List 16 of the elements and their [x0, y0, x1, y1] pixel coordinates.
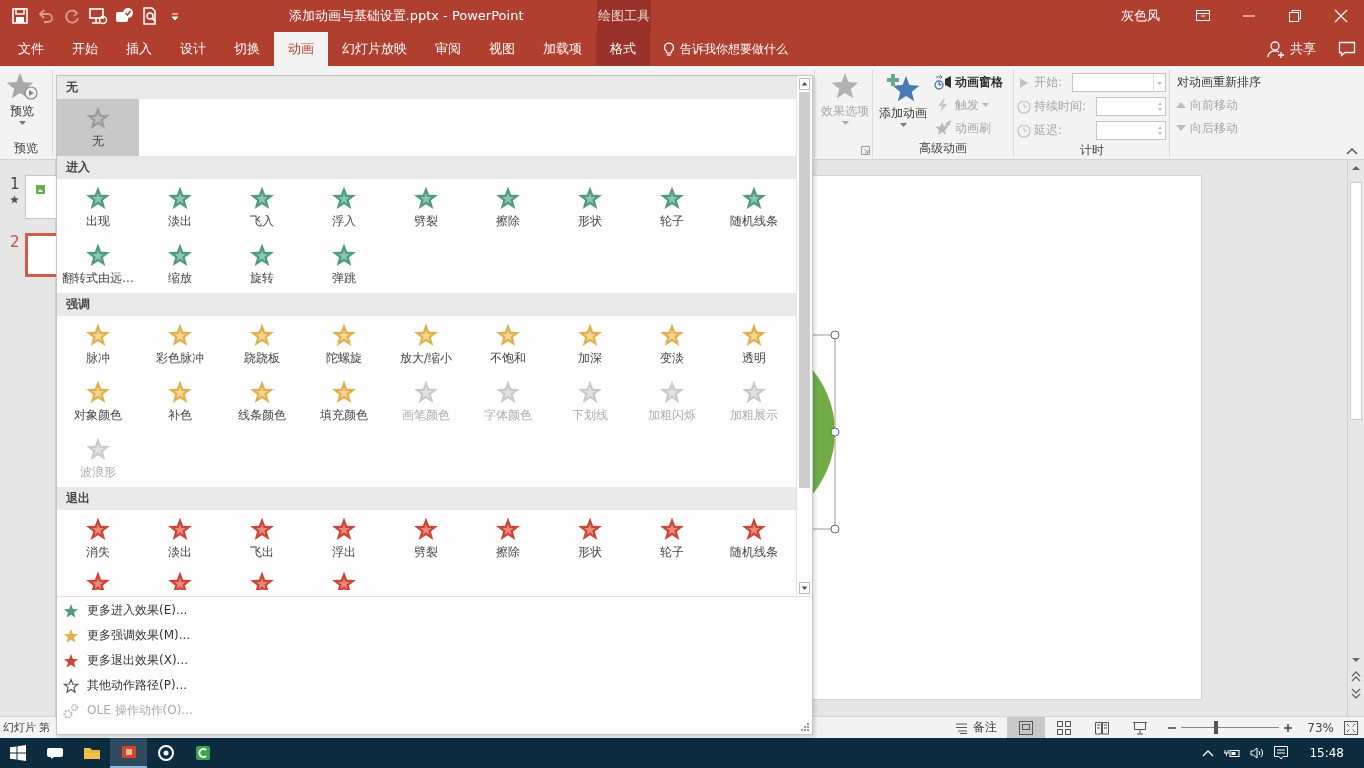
slide-number: 1 [10, 175, 20, 193]
slide-number: 2 [10, 233, 20, 251]
section-header: 无 [57, 76, 796, 99]
group-label: 预览 [13, 140, 39, 157]
field-label: 开始: [1034, 74, 1063, 91]
section-header: 进入 [57, 156, 796, 179]
document-title: 添加动画与基础设置.pptx - PowerPoint [287, 7, 525, 25]
field-label: 持续时间: [1034, 98, 1087, 115]
group-title: 对动画重新排序 [1176, 74, 1262, 91]
group-label: 计时 [1078, 142, 1105, 159]
tool-group-label: 绘图工具 [597, 0, 651, 32]
section-header: 退出 [57, 487, 796, 510]
group-label: 高级动画 [918, 140, 968, 157]
slide-info-text: 幻灯片 第 [2, 720, 51, 735]
section-header: 强调 [57, 293, 796, 316]
field-label: 延迟: [1034, 122, 1063, 139]
